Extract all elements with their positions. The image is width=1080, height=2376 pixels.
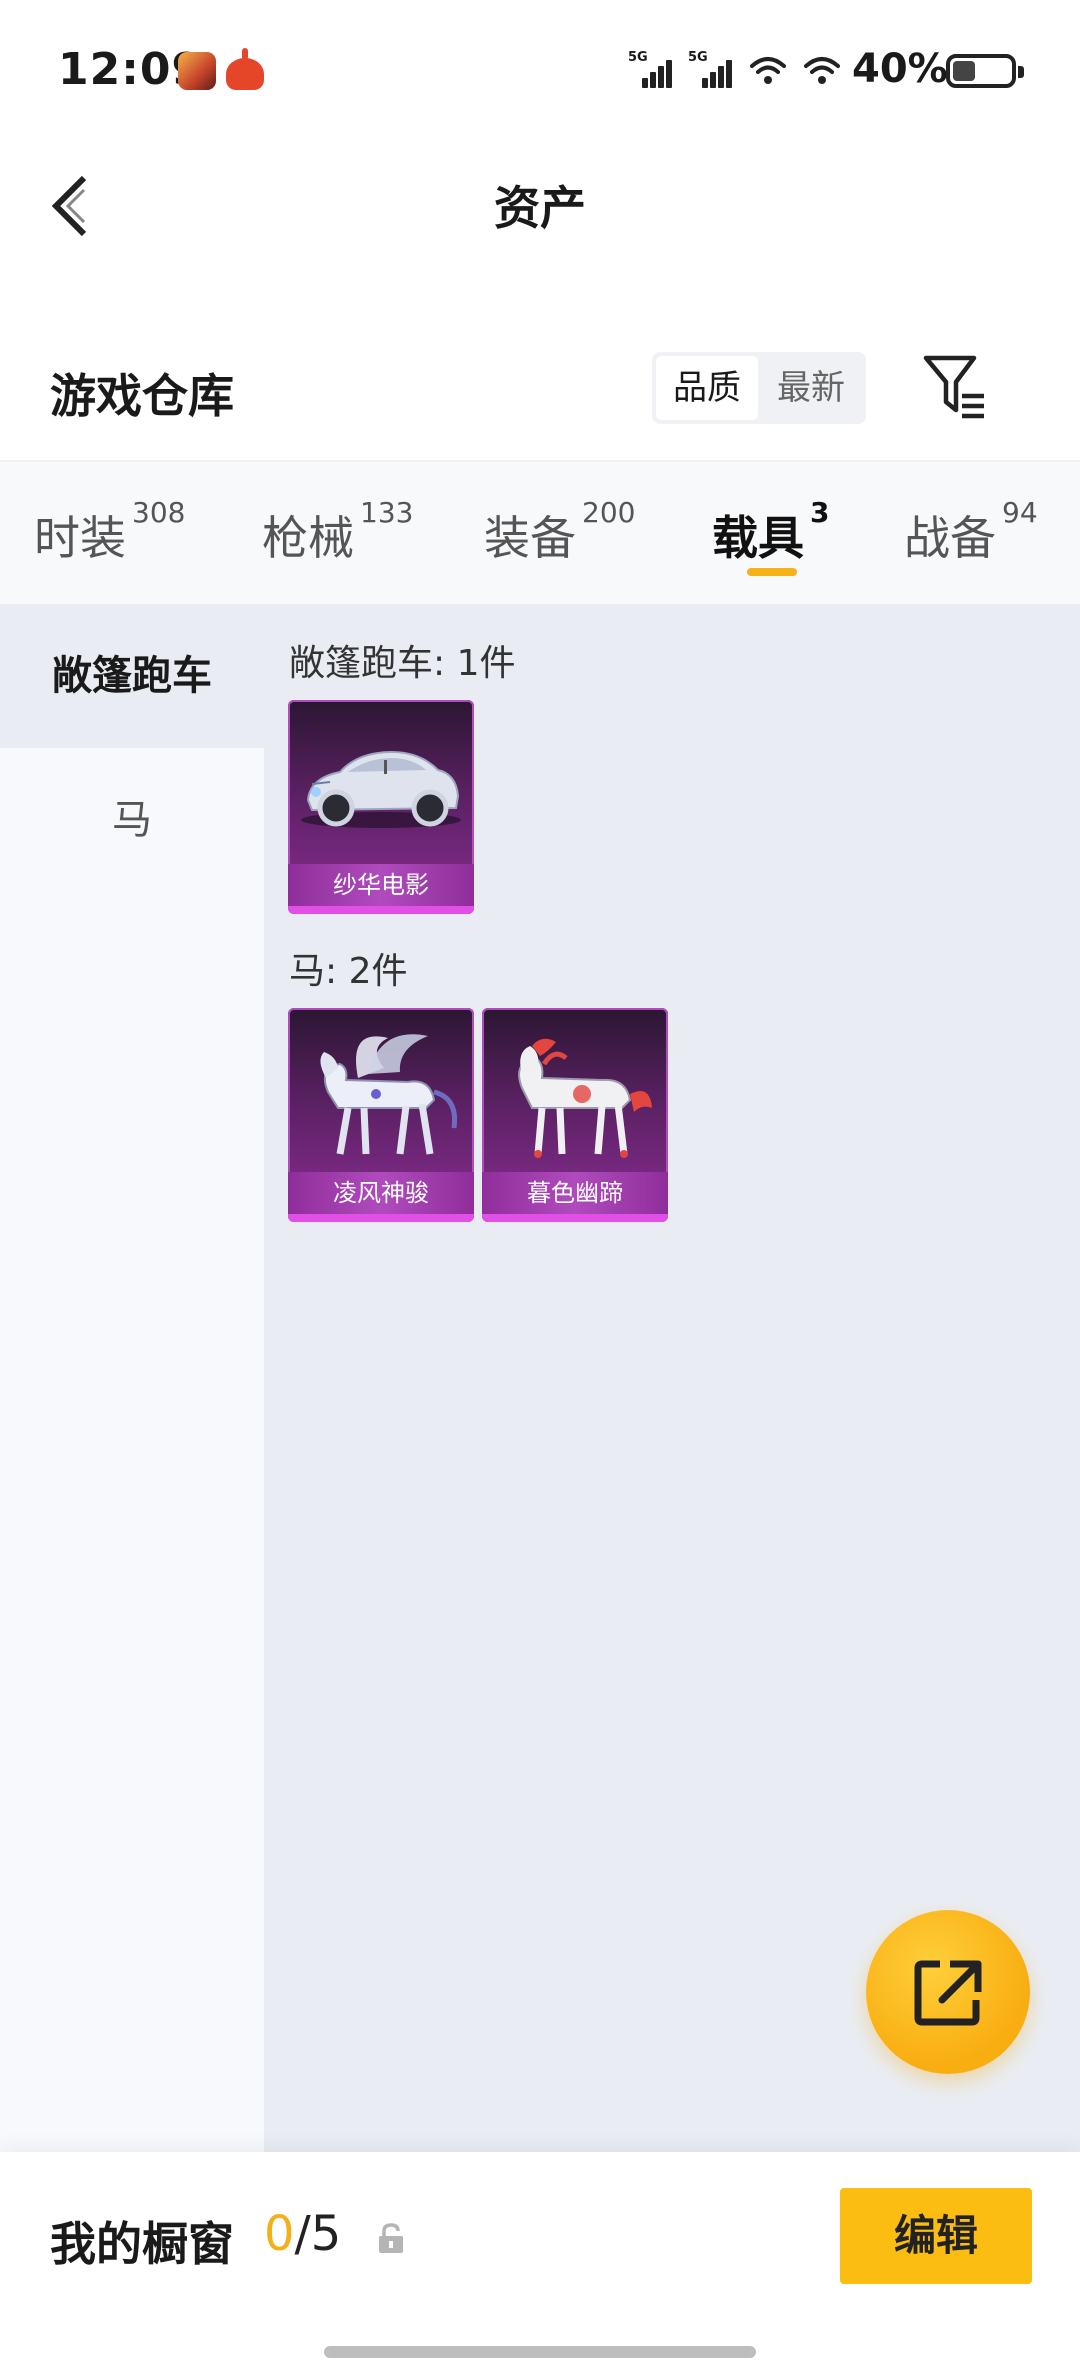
status-bar: 12:09 5G 5G 40%: [0, 0, 1080, 140]
tab-vehicles[interactable]: 载具 3: [712, 496, 829, 568]
showcase-count: 0/5: [264, 2206, 341, 2262]
asset-card[interactable]: 暮色幽蹄: [482, 1008, 668, 1222]
tab-count: 308: [132, 496, 186, 529]
filter-icon[interactable]: [922, 352, 988, 422]
share-external-icon: [914, 1960, 982, 2026]
asset-name: 纱华电影: [333, 871, 429, 899]
battery-icon: [946, 54, 1024, 88]
convertible-car-image: [301, 750, 461, 828]
app-screen: 12:09 5G 5G 40% 资产 游戏仓库 品质 最新 时装 308 枪械 …: [0, 0, 1080, 2376]
tab-label: 载具: [712, 511, 804, 565]
showcase-current: 0: [264, 2206, 295, 2262]
asset-name: 暮色幽蹄: [527, 1179, 623, 1207]
active-tab-indicator: [747, 568, 797, 576]
notification-app-icon: [226, 48, 264, 90]
asset-name: 凌风神骏: [333, 1179, 429, 1207]
subcategory-sidebar: 敞篷跑车 马: [0, 604, 264, 2152]
tab-label: 枪械: [262, 511, 354, 565]
tab-equipment[interactable]: 装备 200: [484, 496, 635, 568]
group-label-convertible: 敞篷跑车: 1件: [289, 643, 516, 684]
sort-toggle: 品质 最新: [652, 352, 866, 424]
tab-fashion[interactable]: 时装 308: [34, 496, 185, 568]
asset-card[interactable]: 凌风神骏: [288, 1008, 474, 1222]
tab-label: 战备: [904, 511, 996, 565]
wifi-icon: [750, 57, 786, 84]
sort-quality-option[interactable]: 品质: [656, 356, 758, 420]
group-label-horse: 马: 2件: [289, 951, 408, 992]
home-indicator[interactable]: [324, 2346, 756, 2358]
tab-count: 3: [810, 496, 830, 529]
category-tabs: 时装 308 枪械 133 装备 200 载具 3 战备 94: [0, 460, 1080, 604]
share-button[interactable]: [866, 1910, 1030, 2074]
battery-percent: 40%: [852, 46, 948, 92]
tab-weapons[interactable]: 枪械 133: [262, 496, 413, 568]
showcase-label: 我的橱窗: [50, 2217, 234, 2271]
sidebar-item-convertible[interactable]: 敞篷跑车: [0, 604, 264, 748]
showcase-total: /5: [294, 2206, 342, 2262]
warehouse-title: 游戏仓库: [50, 369, 234, 423]
signal-1-label: 5G: [628, 50, 648, 65]
game-app-icon: [178, 52, 216, 90]
signal-2-label: 5G: [688, 50, 708, 65]
sidebar-item-horse[interactable]: 马: [0, 748, 264, 892]
tab-count: 133: [360, 496, 414, 529]
white-red-horse-image: [518, 1038, 652, 1158]
wifi-2-icon: [804, 57, 840, 84]
lock-icon: [379, 2223, 403, 2253]
cell-signal-2-icon: 5G: [688, 50, 732, 88]
tab-count: 200: [582, 496, 636, 529]
bottom-bar: 我的橱窗 0/5 编辑: [0, 2152, 1080, 2376]
tab-label: 装备: [484, 511, 576, 565]
tab-label: 时装: [34, 511, 126, 565]
page-title: 资产: [494, 181, 586, 235]
tab-battle-gear[interactable]: 战备 94: [904, 496, 1038, 568]
asset-card[interactable]: 纱华电影: [288, 700, 474, 914]
cell-signal-1-icon: 5G: [628, 50, 672, 88]
edit-button[interactable]: 编辑: [840, 2188, 1032, 2284]
winged-horse-image: [320, 1034, 458, 1155]
sort-latest-option[interactable]: 最新: [760, 356, 862, 420]
tab-count: 94: [1002, 496, 1038, 529]
